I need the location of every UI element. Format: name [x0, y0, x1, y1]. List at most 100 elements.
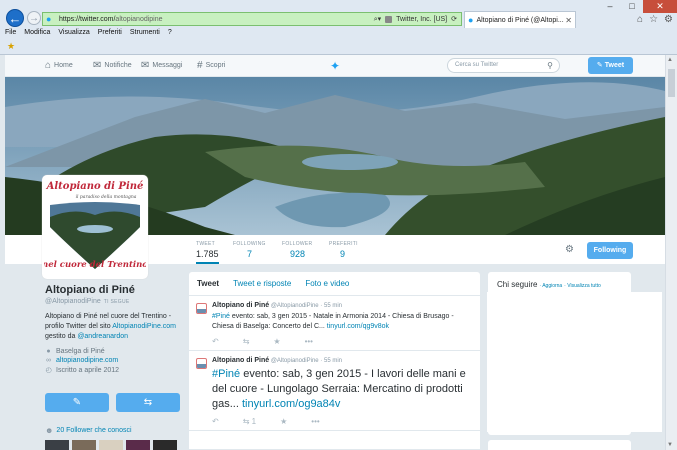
address-url[interactable]: https://twitter.com/altopianodipine [59, 16, 163, 23]
retweet-icon[interactable]: ⇆ [243, 337, 250, 346]
tweet-handle[interactable]: @AltopianodiPine [271, 303, 319, 309]
tweet-item[interactable]: Altopiano di Piné @AltopianodiPine · 55 … [189, 296, 480, 351]
tweet-handle[interactable]: @AltopianodiPine [271, 358, 319, 364]
more-icon[interactable]: ••• [305, 337, 313, 346]
certificate-label[interactable]: Twitter, Inc. [US] [396, 16, 447, 23]
bell-icon: ✉ [93, 60, 102, 71]
view-all-link[interactable]: Visualizza tutto [567, 283, 601, 289]
avatar-tagline: nel cuore del Trentino [44, 260, 146, 270]
follower-avatar[interactable] [99, 440, 123, 450]
menu-preferiti[interactable]: Preferiti [98, 29, 122, 36]
bio-site-link[interactable]: AltopianodiPine.com [112, 323, 176, 330]
profile-handle-line: @AltopianodiPine TI SEGUE [45, 298, 180, 305]
follower-avatar[interactable] [72, 440, 96, 450]
tab-close-icon[interactable]: ✕ [565, 16, 572, 25]
person-icon: ☻ [45, 426, 54, 435]
refresh-icon[interactable]: ⟳ [451, 15, 457, 23]
avatar-title: Altopiano di Piné [46, 181, 144, 192]
profile-handle[interactable]: @AltopianodiPine [45, 298, 101, 305]
profile-website: ∞ altopianodipine.com [46, 357, 119, 364]
tweet-link[interactable]: tinyurl.com/og9a84v [242, 398, 340, 410]
tweet-time[interactable]: 55 min [324, 358, 342, 364]
page-scrollbar[interactable]: ▲ ▼ [665, 55, 677, 450]
nav-home[interactable]: ⌂ Home [45, 60, 73, 71]
browser-tab[interactable]: ● Altopiano di Piné (@Altopi... ✕ [464, 11, 576, 28]
follower-avatar[interactable] [153, 440, 177, 450]
following-button[interactable]: Following [587, 242, 633, 259]
tweet-author[interactable]: Altopiano di Piné [212, 357, 269, 364]
menu-visualizza[interactable]: Visualizza [58, 29, 89, 36]
refresh-link[interactable]: Aggiorna [542, 283, 562, 289]
favorites-star-icon[interactable]: ☆ [649, 14, 658, 25]
settings-gear-icon[interactable]: ⚙ [664, 14, 673, 25]
tab-tweets[interactable]: Tweet [197, 279, 219, 288]
scroll-down-icon[interactable]: ▼ [667, 442, 673, 448]
stat-followers[interactable]: FOLLOWER 928 [282, 241, 312, 259]
tweet-author[interactable]: Altopiano di Piné [212, 302, 269, 309]
hashtag-icon: # [197, 60, 203, 71]
twitter-bird-icon[interactable]: ✦ [330, 59, 340, 73]
more-icon[interactable]: ••• [311, 417, 319, 426]
tweet-to-button[interactable]: ✎ [45, 393, 109, 412]
tweet-actions: ↶ ⇆ ★ ••• [212, 337, 472, 346]
favorites-bar-star-icon[interactable]: ★ [7, 41, 15, 52]
forward-icon[interactable]: → [27, 11, 41, 25]
home-browser-icon[interactable]: ⌂ [637, 14, 643, 25]
tweet-item[interactable]: Altopiano di Piné @AltopianodiPine · 55 … [189, 351, 480, 431]
calendar-icon: ◴ [45, 367, 52, 374]
retweet-icon: ⇆ [143, 397, 153, 408]
retweet-icon[interactable]: ⇆ 1 [243, 417, 256, 426]
tweet-hashtag[interactable]: #Piné [212, 368, 240, 380]
timeline: Tweet Tweet e risposte Foto e video Alto… [188, 271, 481, 450]
follower-thumbnails [45, 440, 177, 450]
tab-photos-videos[interactable]: Foto e video [305, 279, 349, 288]
reply-icon[interactable]: ↶ [212, 417, 219, 426]
follower-avatar[interactable] [45, 440, 69, 450]
favorite-star-icon[interactable]: ★ [273, 337, 280, 346]
profile-action-buttons: ✎ ⇆ [45, 393, 180, 412]
search-input[interactable]: Cerca su Twitter ⚲ [447, 58, 560, 73]
tweet-text: #Piné evento: sab, 3 gen 2015 - I lavori… [212, 368, 466, 410]
scroll-up-icon[interactable]: ▲ [667, 57, 673, 63]
reply-icon[interactable]: ↶ [212, 337, 219, 346]
menu-modifica[interactable]: Modifica [24, 29, 50, 36]
menu-strumenti[interactable]: Strumenti [130, 29, 160, 36]
profile-name[interactable]: Altopiano di Piné [45, 284, 180, 296]
back-icon[interactable]: ← [6, 9, 24, 27]
tweet-link[interactable]: tinyurl.com/qg9v8ok [327, 323, 389, 330]
search-dropdown-icon[interactable]: ⌕▾ [374, 15, 381, 24]
retweet-toggle-button[interactable]: ⇆ [116, 393, 180, 412]
address-bar[interactable]: ● https://twitter.com/altopianodipine ⌕▾… [42, 12, 462, 26]
tweet-time[interactable]: 55 min [324, 303, 342, 309]
stat-favorites[interactable]: PREFERITI 9 [329, 241, 358, 259]
tab-tweets-replies[interactable]: Tweet e risposte [233, 279, 291, 288]
maximize-icon[interactable]: □ [621, 0, 643, 13]
tweet-avatar[interactable] [196, 303, 207, 314]
lock-icon[interactable] [385, 15, 393, 23]
stat-tweets[interactable]: TWEET 1.785 [196, 241, 219, 264]
favorite-star-icon[interactable]: ★ [280, 417, 287, 426]
profile-gear-icon[interactable]: ⚙ [565, 244, 574, 255]
menu-file[interactable]: File [5, 29, 16, 36]
tweet-actions: ↶ ⇆ 1 ★ ••• [212, 417, 472, 426]
avatar[interactable]: Altopiano di Piné il paradiso della mont… [42, 175, 148, 279]
scroll-thumb[interactable] [668, 69, 675, 97]
profile-joined: ◴ Iscritto a aprile 2012 [45, 366, 120, 375]
bio-mention-link[interactable]: @andreanardon [77, 333, 128, 340]
profile-meta: ● Baselga di Piné ∞ altopianodipine.com ◴ I… [45, 348, 180, 374]
tweet-hashtag[interactable]: #Piné [212, 313, 230, 320]
nav-discover[interactable]: # Scopri [197, 60, 225, 71]
window-close-icon[interactable]: ✕ [643, 0, 677, 13]
nav-notifications[interactable]: ✉ Notifiche [93, 60, 132, 71]
search-icon[interactable]: ⚲ [547, 61, 553, 70]
menu-help[interactable]: ? [168, 29, 172, 36]
tab-twitter-icon: ● [468, 15, 474, 25]
minimize-icon[interactable]: – [599, 0, 621, 13]
tweet-avatar[interactable] [196, 358, 207, 369]
nav-messages[interactable]: ✉ Messaggi [141, 60, 182, 71]
followers-you-know[interactable]: ☻ 20 Follower che conosci [45, 426, 132, 435]
browser-chrome: ← → ● https://twitter.com/altopianodipin… [0, 0, 677, 55]
stat-following[interactable]: FOLLOWING 7 [233, 241, 266, 259]
compose-tweet-button[interactable]: ✎ Tweet [588, 57, 633, 74]
follower-avatar[interactable] [126, 440, 150, 450]
